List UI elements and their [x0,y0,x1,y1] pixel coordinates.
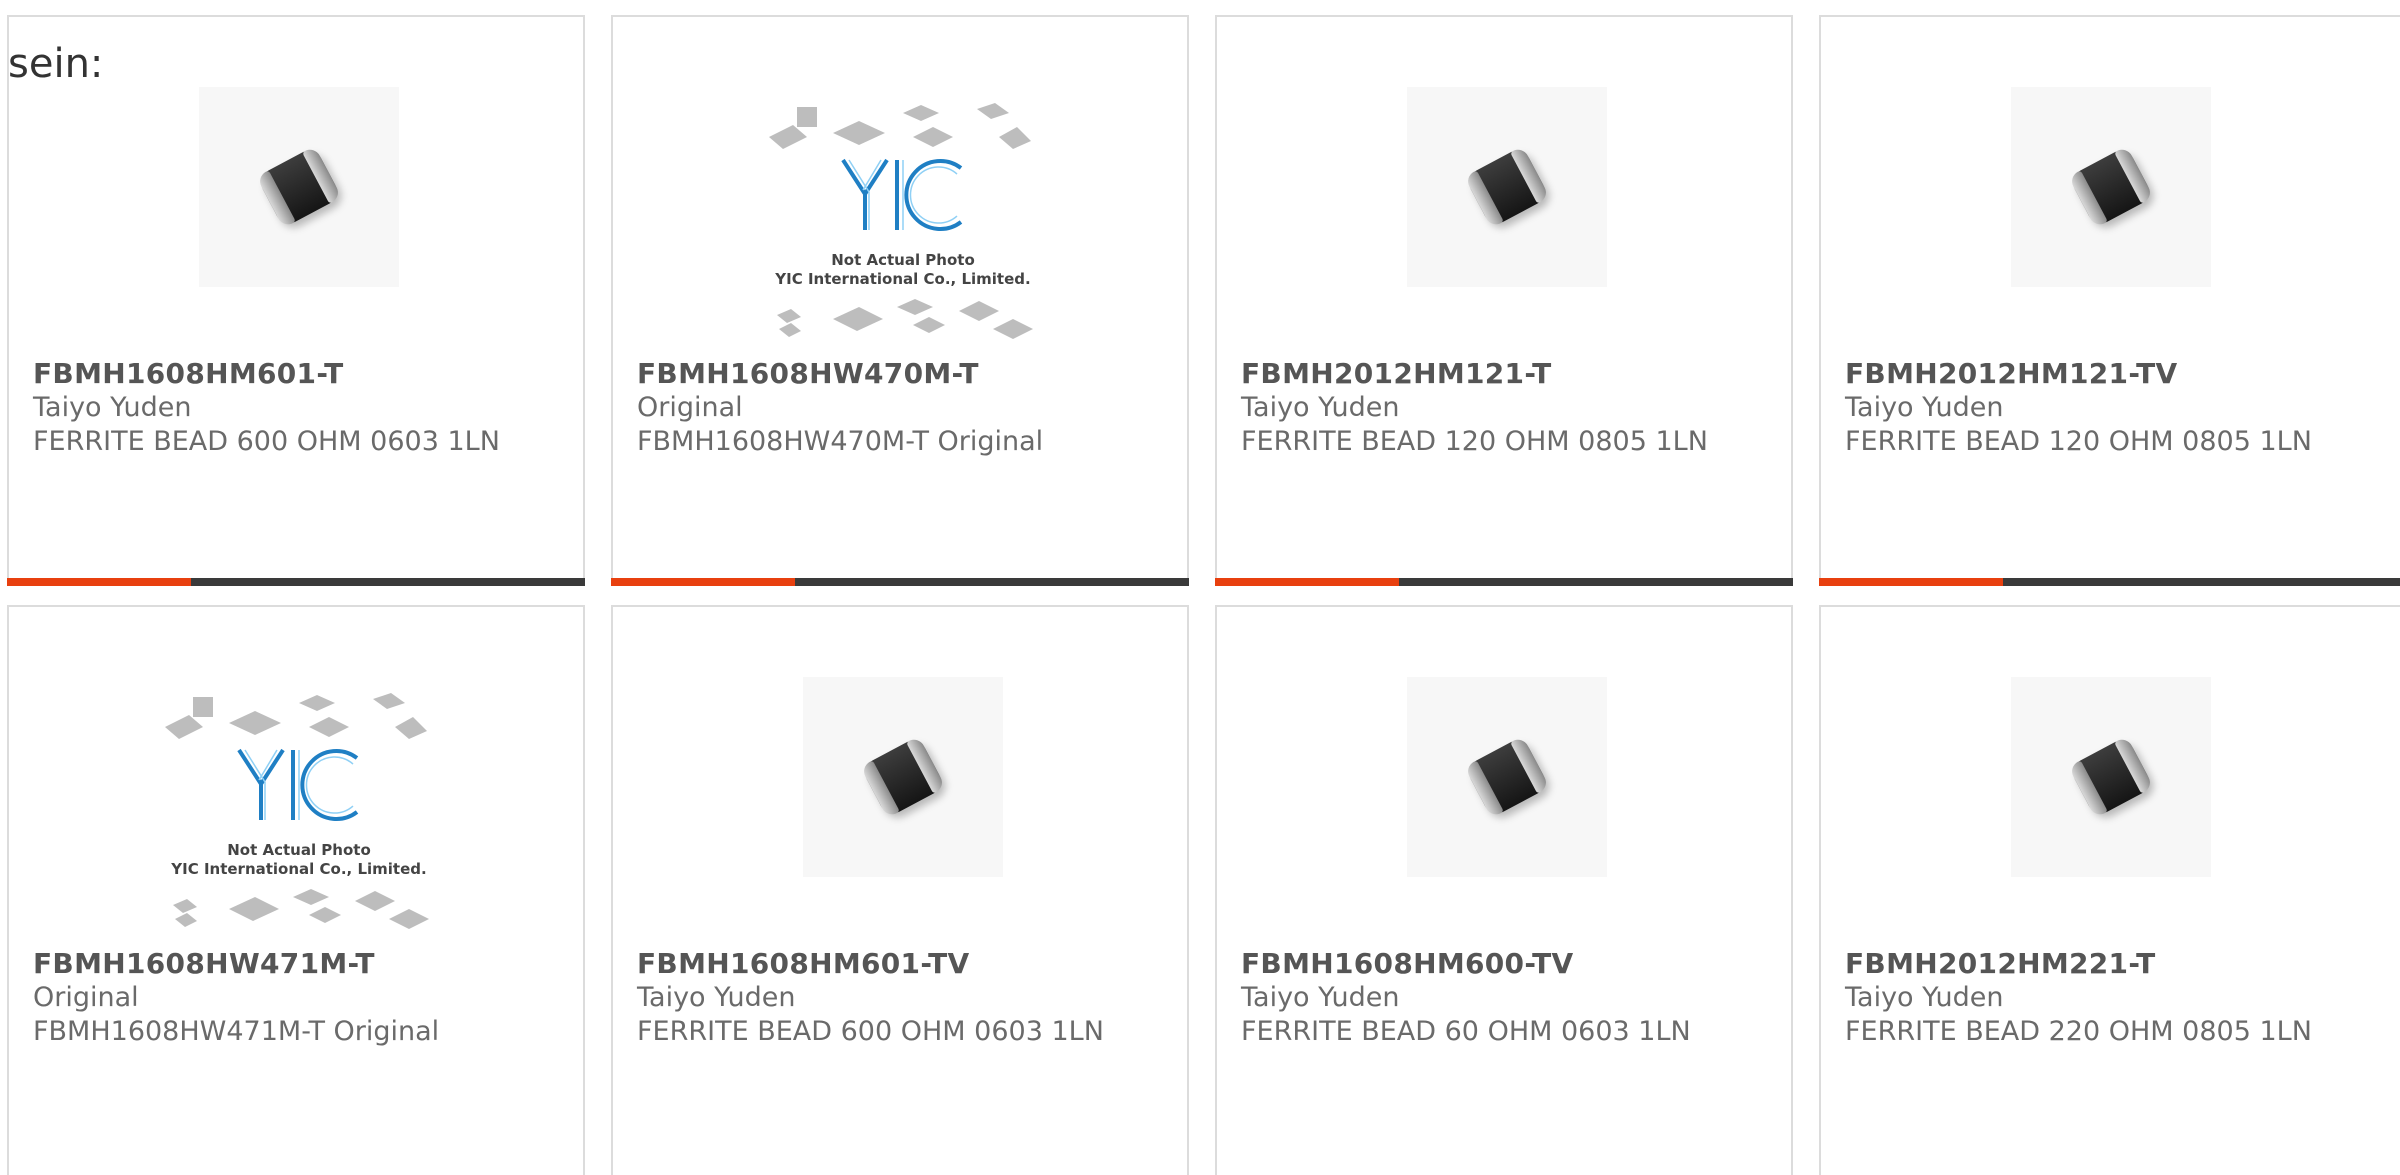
product-card[interactable]: FBMH2012HM121-TV Taiyo Yuden FERRITE BEA… [1819,15,2400,586]
placeholder-caption: Not Actual Photo [227,841,371,859]
intro-text: sein: [8,41,104,87]
placeholder-caption: YIC International Co., Limited. [171,860,427,878]
product-card[interactable]: FBMH1608HM600-TV Taiyo Yuden FERRITE BEA… [1215,605,1793,1175]
manufacturer: Taiyo Yuden [1845,392,2004,423]
manufacturer: Original [637,392,743,423]
card-accent-bar [1819,578,2400,586]
yic-placeholder-icon[interactable]: Not Actual Photo YIC International Co., … [159,687,439,937]
manufacturer: Taiyo Yuden [1241,392,1400,423]
card-accent-bar [1215,578,1793,586]
manufacturer: Taiyo Yuden [1845,982,2004,1013]
product-card[interactable]: FBMH2012HM121-T Taiyo Yuden FERRITE BEAD… [1215,15,1793,586]
manufacturer: Taiyo Yuden [637,982,796,1013]
product-card[interactable]: Not Actual Photo YIC International Co., … [7,605,585,1175]
part-number[interactable]: FBMH1608HW470M-T [637,357,979,390]
ferrite-bead-icon[interactable] [2011,677,2211,877]
ferrite-bead-icon[interactable] [803,677,1003,877]
product-card[interactable]: FBMH1608HM601-T Taiyo Yuden FERRITE BEAD… [7,15,585,586]
yic-placeholder-icon[interactable]: Not Actual Photo YIC International Co., … [763,97,1043,347]
product-card[interactable]: FBMH1608HM601-TV Taiyo Yuden FERRITE BEA… [611,605,1189,1175]
part-number[interactable]: FBMH1608HM600-TV [1241,947,1574,980]
ferrite-bead-icon[interactable] [199,87,399,287]
description: FERRITE BEAD 600 OHM 0603 1LN [33,426,500,457]
placeholder-caption: YIC International Co., Limited. [775,270,1031,288]
description: FERRITE BEAD 120 OHM 0805 1LN [1845,426,2312,457]
description: FERRITE BEAD 120 OHM 0805 1LN [1241,426,1708,457]
card-accent-bar [7,578,585,586]
product-card[interactable]: FBMH2012HM221-T Taiyo Yuden FERRITE BEAD… [1819,605,2400,1175]
part-number[interactable]: FBMH2012HM121-TV [1845,357,2178,390]
ferrite-bead-icon[interactable] [2011,87,2211,287]
ferrite-bead-icon[interactable] [1407,677,1607,877]
part-number[interactable]: FBMH1608HM601-T [33,357,344,390]
description: FERRITE BEAD 60 OHM 0603 1LN [1241,1016,1691,1047]
manufacturer: Original [33,982,139,1013]
ferrite-bead-icon[interactable] [1407,87,1607,287]
part-number[interactable]: FBMH2012HM221-T [1845,947,2156,980]
manufacturer: Taiyo Yuden [33,392,192,423]
description: FBMH1608HW470M-T Original [637,426,1044,457]
part-number[interactable]: FBMH1608HM601-TV [637,947,970,980]
description: FBMH1608HW471M-T Original [33,1016,440,1047]
description: FERRITE BEAD 220 OHM 0805 1LN [1845,1016,2312,1047]
description: FERRITE BEAD 600 OHM 0603 1LN [637,1016,1104,1047]
product-grid: FBMH1608HM601-T Taiyo Yuden FERRITE BEAD… [0,0,2400,1175]
part-number[interactable]: FBMH1608HW471M-T [33,947,375,980]
placeholder-caption: Not Actual Photo [831,251,975,269]
product-card[interactable]: Not Actual Photo YIC International Co., … [611,15,1189,586]
part-number[interactable]: FBMH2012HM121-T [1241,357,1552,390]
card-accent-bar [611,578,1189,586]
manufacturer: Taiyo Yuden [1241,982,1400,1013]
